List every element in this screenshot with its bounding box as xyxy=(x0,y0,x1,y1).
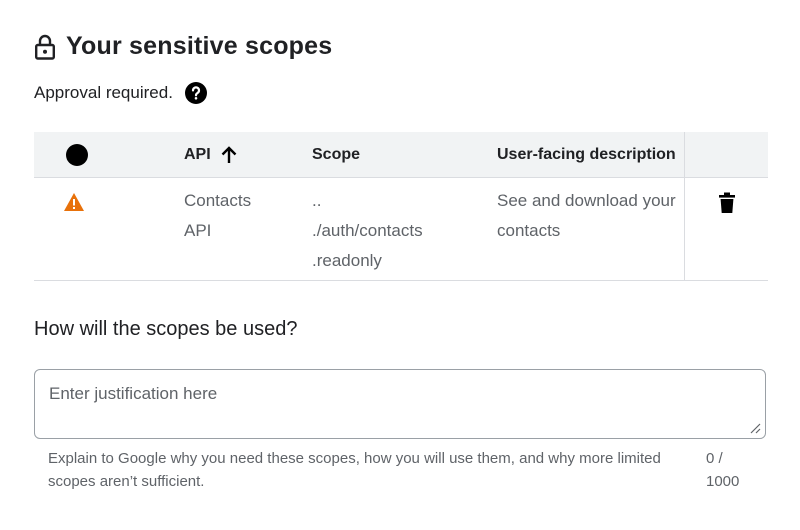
page-title: Your sensitive scopes xyxy=(66,32,333,60)
header-status xyxy=(65,132,89,177)
character-counter-line: 0 / xyxy=(706,450,723,467)
description-cell: See and download your contacts xyxy=(497,186,685,246)
table-row: Contacts API .. ./auth/contacts .readonl… xyxy=(34,178,768,281)
section-header: Your sensitive scopes xyxy=(34,32,332,61)
api-name-line: Contacts xyxy=(184,191,252,210)
header-description[interactable]: User-facing description xyxy=(497,132,685,177)
resize-handle-icon[interactable] xyxy=(749,422,761,434)
api-name-line: API xyxy=(184,221,212,240)
character-counter: 0 / 1000 xyxy=(706,447,756,493)
scope-line: ./auth/contacts xyxy=(312,221,423,240)
warning-icon xyxy=(64,193,84,211)
api-cell: Contacts API xyxy=(184,186,284,246)
justification-question: How will the scopes be used? xyxy=(34,318,298,340)
status-dot-icon xyxy=(66,143,88,166)
approval-text: Approval required. xyxy=(34,83,173,102)
justification-input[interactable] xyxy=(35,370,765,438)
lock-icon xyxy=(35,34,56,60)
character-counter-line: 1000 xyxy=(706,473,740,490)
justification-hint: Explain to Google why you need these sco… xyxy=(48,450,661,490)
table-header: API Scope User-facing description xyxy=(34,132,768,178)
header-scope[interactable]: Scope xyxy=(312,132,360,177)
scope-cell: .. ./auth/contacts .readonly xyxy=(312,186,482,276)
justification-field[interactable] xyxy=(34,369,766,439)
scope-line: .. xyxy=(312,191,322,210)
scope-line: .readonly xyxy=(312,251,382,270)
arrow-up-icon[interactable] xyxy=(219,145,239,165)
scopes-table: API Scope User-facing description Contac… xyxy=(34,132,768,281)
help-circle-icon[interactable] xyxy=(184,82,207,104)
header-api[interactable]: API xyxy=(184,132,239,177)
header-api-label: API xyxy=(184,145,211,163)
delete-icon[interactable] xyxy=(718,192,736,214)
approval-notice: Approval required. xyxy=(34,82,207,104)
description-line: See and download your xyxy=(497,191,676,210)
description-line: contacts xyxy=(497,221,561,240)
